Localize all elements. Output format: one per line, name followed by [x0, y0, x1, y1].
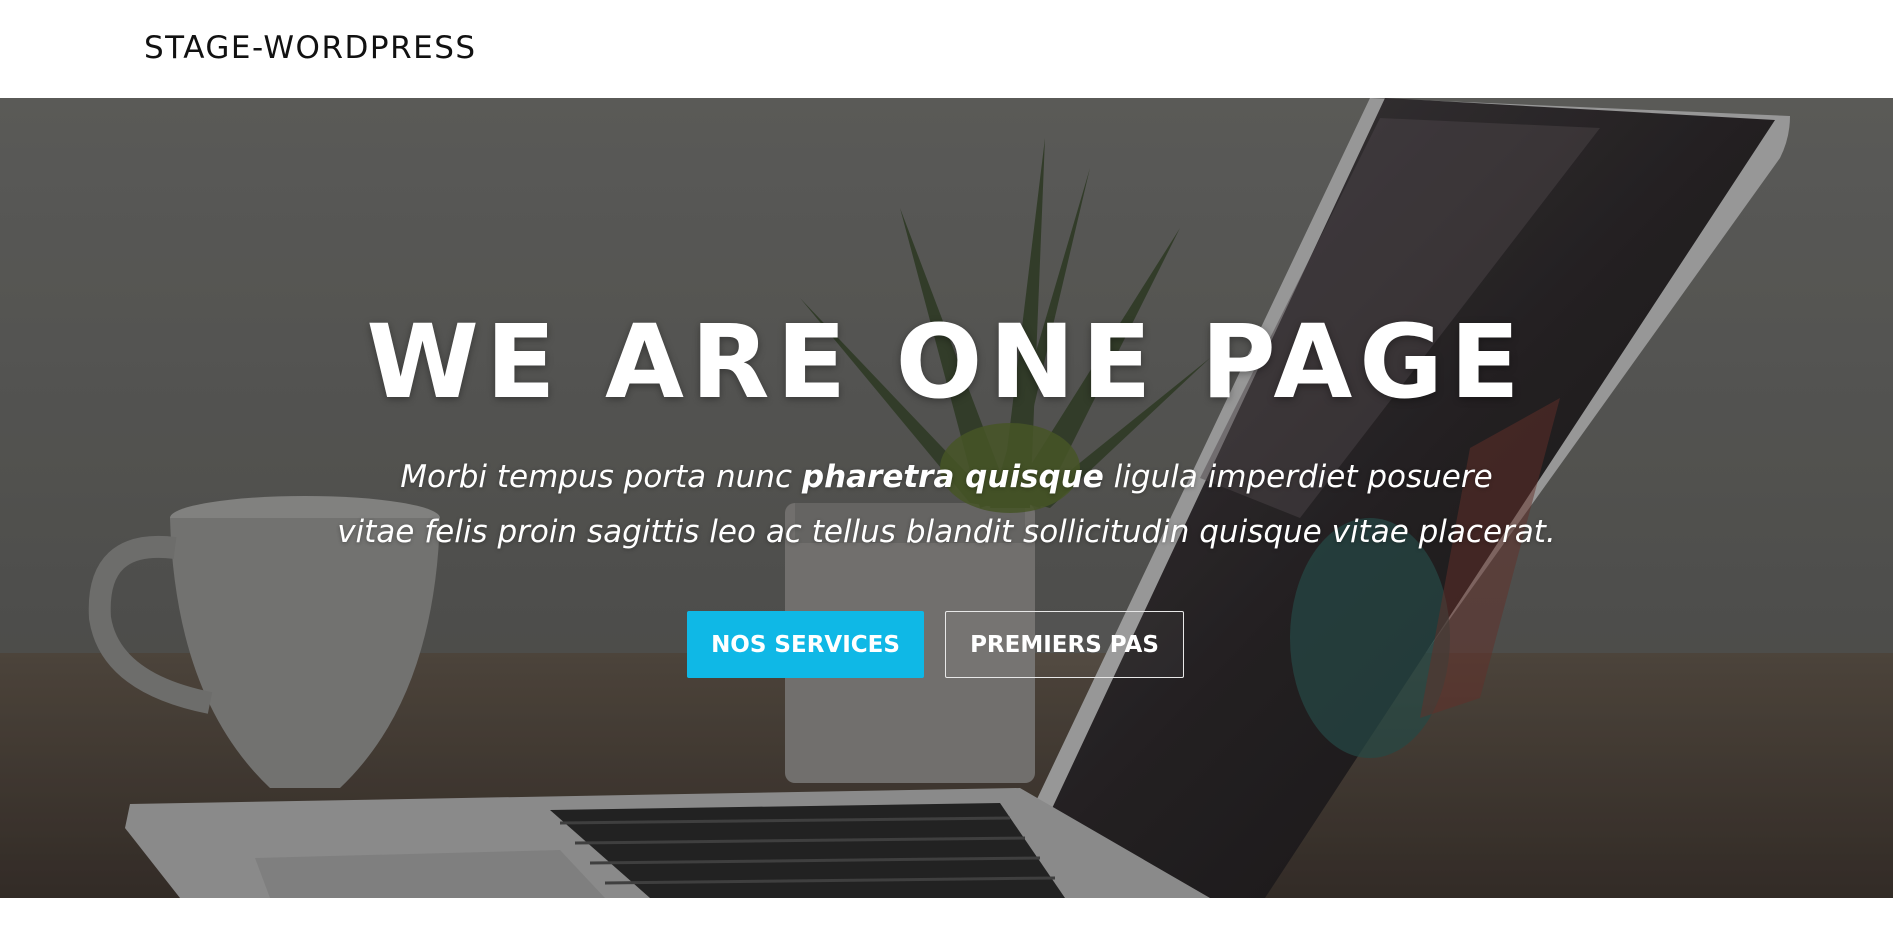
premiers-pas-button[interactable]: PREMIERS PAS	[945, 611, 1184, 678]
hero-headline: WE ARE ONE PAGE	[366, 303, 1527, 422]
site-header: STAGE-WORDPRESS	[0, 0, 1893, 98]
hero-section: WE ARE ONE PAGE Morbi tempus porta nunc …	[0, 98, 1893, 898]
subtext-part-2: ligula imperdiet posuere	[1103, 459, 1493, 495]
site-title[interactable]: STAGE-WORDPRESS	[144, 30, 477, 66]
hero-subtext-line-1: Morbi tempus porta nunc pharetra quisque…	[0, 450, 1893, 505]
hero-subtext: Morbi tempus porta nunc pharetra quisque…	[0, 450, 1893, 560]
nos-services-button[interactable]: NOS SERVICES	[687, 611, 924, 678]
hero-subtext-line-2: vitae felis proin sagittis leo ac tellus…	[337, 514, 1556, 550]
subtext-bold-part: pharetra quisque	[801, 459, 1104, 495]
subtext-part-1: Morbi tempus porta nunc	[400, 459, 802, 495]
page-bottom-strip	[0, 898, 1893, 930]
